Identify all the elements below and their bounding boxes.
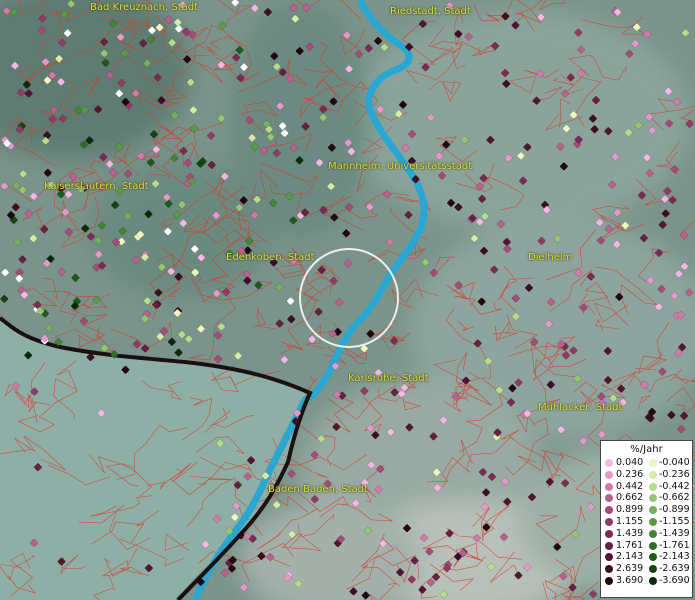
legend-value-positive: 1.155 <box>616 515 644 527</box>
legend-value-negative: -3.690 <box>659 574 690 586</box>
city-label-baden-baden: Baden-Baden, Stadt <box>268 484 368 495</box>
city-label-karlsruhe: Karlsruhe, Stadt <box>348 373 429 384</box>
legend-value-negative: -0.236 <box>659 468 690 480</box>
legend-swatch-positive <box>605 565 613 574</box>
legend-row: 3.690 -3.690 <box>601 575 692 587</box>
legend-swatch-positive <box>605 517 613 526</box>
city-label-bad-kreuznach: Bad Kreuznach, Stadt <box>90 2 199 13</box>
legend-swatch-negative <box>649 529 657 538</box>
legend-row: 0.236 -0.236 <box>601 469 692 481</box>
city-label-muehlacker: Mühlacker, Stadt <box>538 402 623 413</box>
city-label-kaiserslautern: Kaiserslautern, Stadt <box>44 181 149 192</box>
legend-panel: %/Jahr 0.040 -0.040 0.236 -0.236 0.442 -0.442… <box>600 440 693 598</box>
legend-row: 1.155 -1.155 <box>601 516 692 528</box>
legend-row: 0.040 -0.040 <box>601 457 692 469</box>
legend-row: 1.761 -1.761 <box>601 540 692 552</box>
legend-value-negative: -1.155 <box>659 515 690 527</box>
legend-swatch-negative <box>649 576 657 585</box>
city-label-mannheim: Mannheim, Universitätsstadt <box>328 161 473 172</box>
legend-swatch-negative <box>649 541 657 550</box>
legend-value-positive: 0.442 <box>616 480 644 492</box>
legend-row: 0.442 -0.442 <box>601 481 692 493</box>
legend-value-negative: -0.442 <box>659 480 690 492</box>
legend-row: 2.143 -2.143 <box>601 551 692 563</box>
legend-swatch-negative <box>649 470 657 479</box>
legend-value-negative: -2.639 <box>659 563 690 575</box>
city-label-edenkoben: Edenkoben, Stadt <box>226 252 315 263</box>
map-canvas[interactable] <box>0 0 695 600</box>
legend-row: 0.899 -0.899 <box>601 504 692 516</box>
legend-value-positive: 3.690 <box>616 574 644 586</box>
legend-swatch-positive <box>605 494 613 503</box>
legend-value-positive: 0.040 <box>616 457 644 468</box>
legend-swatch-positive <box>605 506 613 515</box>
legend-value-negative: -1.761 <box>659 539 690 551</box>
legend-row: 0.662 -0.662 <box>601 492 692 504</box>
legend-swatch-positive <box>605 482 613 491</box>
legend-value-positive: 1.439 <box>616 527 644 539</box>
legend-swatch-negative <box>649 553 657 562</box>
legend-swatch-negative <box>649 517 657 526</box>
legend-rows: 0.040 -0.040 0.236 -0.236 0.442 -0.442 0.662 -0… <box>601 457 692 587</box>
legend-value-negative: -0.899 <box>659 504 690 516</box>
legend-value-positive: 2.639 <box>616 563 644 575</box>
legend-swatch-positive <box>605 541 613 550</box>
legend-row: 1.439 -1.439 <box>601 528 692 540</box>
legend-value-positive: 1.761 <box>616 539 644 551</box>
legend-value-negative: -0.040 <box>659 457 690 468</box>
legend-swatch-positive <box>605 576 613 585</box>
legend-swatch-positive <box>605 529 613 538</box>
legend-value-negative: -1.439 <box>659 527 690 539</box>
legend-swatch-negative <box>649 506 657 515</box>
legend-swatch-positive <box>605 470 613 479</box>
legend-swatch-negative <box>649 482 657 491</box>
legend-value-positive: 0.236 <box>616 468 644 480</box>
legend-swatch-negative <box>649 565 657 574</box>
legend-value-negative: -0.662 <box>659 492 690 504</box>
legend-value-positive: 0.899 <box>616 504 644 516</box>
legend-swatch-positive <box>605 459 613 467</box>
legend-value-negative: -2.143 <box>659 551 690 563</box>
legend-value-positive: 0.662 <box>616 492 644 504</box>
legend-swatch-negative <box>649 459 657 467</box>
legend-value-positive: 2.143 <box>616 551 644 563</box>
legend-swatch-positive <box>605 553 613 562</box>
legend-title: %/Jahr <box>630 444 663 455</box>
legend-row: 2.639 -2.639 <box>601 563 692 575</box>
legend-swatch-negative <box>649 494 657 503</box>
city-label-dielheim: Dielheim <box>528 252 573 263</box>
map-view[interactable]: Bad Kreuznach, Stadt Riedstadt, Stadt Ma… <box>0 0 695 600</box>
city-label-riedstadt: Riedstadt, Stadt <box>390 6 471 17</box>
